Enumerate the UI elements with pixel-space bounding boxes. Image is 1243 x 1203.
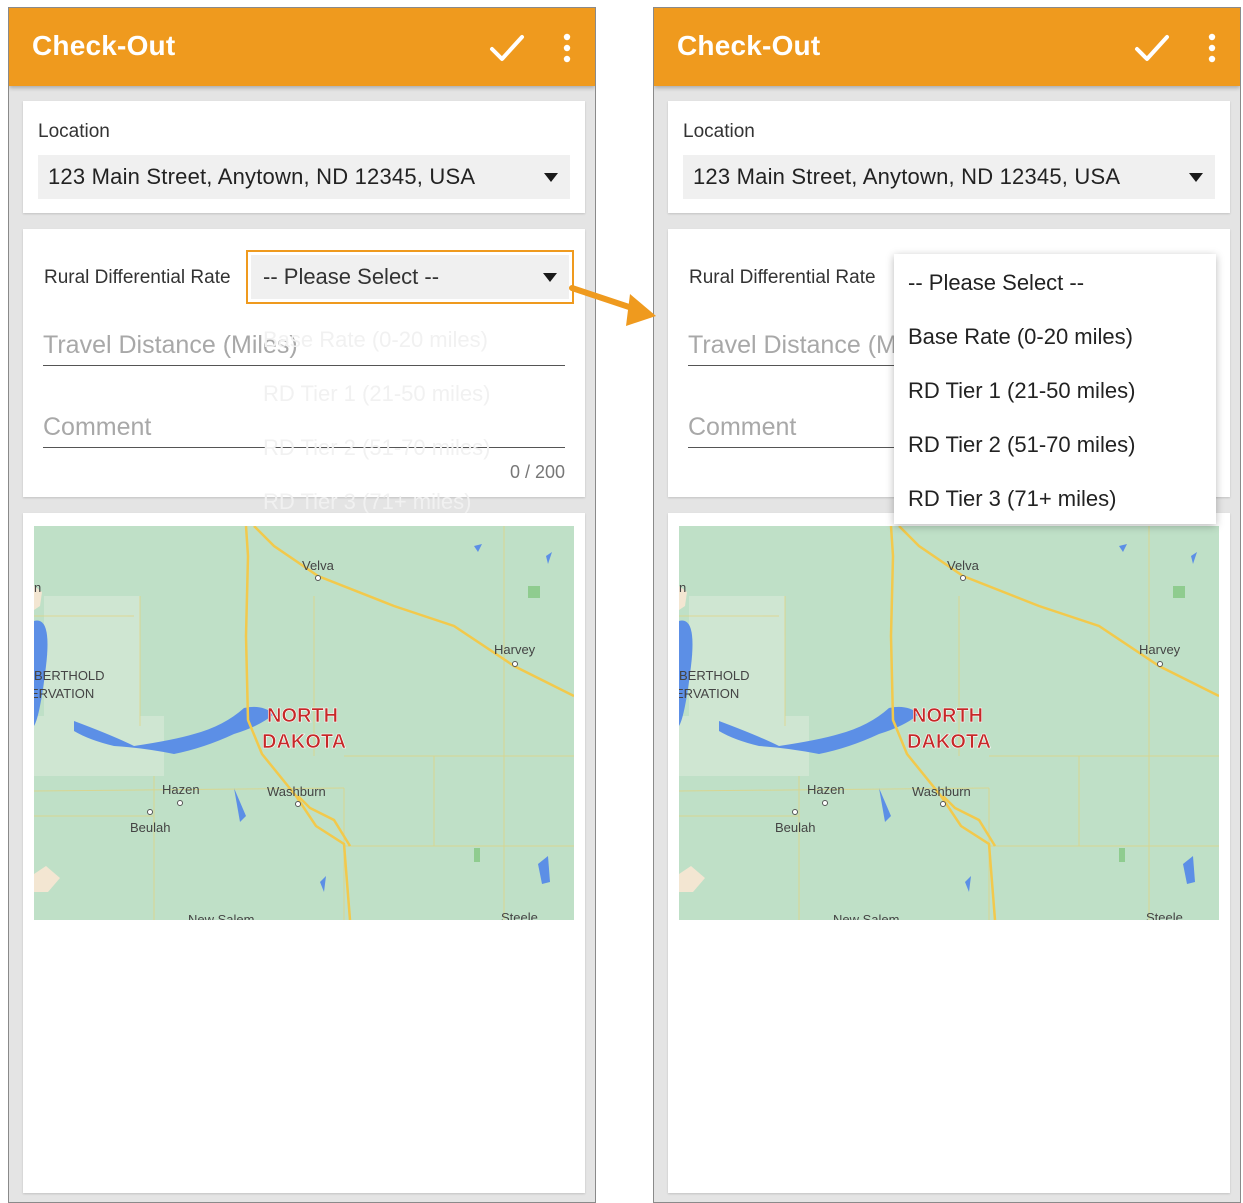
rural-rate-select[interactable]: -- Please Select -- — [246, 250, 574, 304]
form-card: Rural Differential Rate -- Please Select… — [23, 229, 585, 514]
map-label-washburn: Washburn — [267, 784, 326, 799]
rural-rate-dropdown-menu: -- Please Select -- Base Rate (0-20 mile… — [894, 254, 1216, 524]
map-state-label-dakota: DAKOTA — [262, 731, 346, 753]
map-label-ervation: ERVATION — [679, 686, 739, 701]
comment-counter: 0 / 200 — [509, 462, 565, 482]
menu-option-rd-tier-1[interactable]: RD Tier 1 (21-50 miles) — [908, 378, 1135, 404]
comment-placeholder: Comment — [688, 413, 797, 441]
map-label-new-salem: New Salem — [833, 912, 899, 920]
map-label-harvey: Harvey — [494, 642, 536, 657]
map-graphic: Velva Harvey BERTHOLD ERVATION Hazen Was… — [34, 526, 574, 920]
map-label-velva: Velva — [302, 558, 335, 573]
map-label-edge: n — [34, 580, 41, 595]
location-card: Location 123 Main Street, Anytown, ND 12… — [23, 101, 585, 213]
map-state-label-north: NORTH — [267, 705, 338, 727]
menu-option-rd-tier-2[interactable]: RD Tier 2 (51-70 miles) — [908, 432, 1135, 458]
location-card: Location 123 Main Street, Anytown, ND 12… — [668, 101, 1230, 213]
app-bar: Check-Out — [9, 8, 595, 86]
map-label-velva: Velva — [947, 558, 980, 573]
map-view[interactable]: Velva Harvey BERTHOLD ERVATION Hazen Was… — [34, 526, 574, 920]
map-label-hazen: Hazen — [807, 782, 845, 797]
map-label-hazen: Hazen — [162, 782, 200, 797]
map-label-berthold: BERTHOLD — [34, 668, 105, 683]
travel-distance-placeholder: Travel Distance (Miles) — [43, 331, 298, 359]
location-select[interactable]: 123 Main Street, Anytown, ND 12345, USA — [683, 155, 1215, 199]
map-label-edge: n — [679, 580, 686, 595]
map-label-new-salem: New Salem — [188, 912, 254, 920]
location-select[interactable]: 123 Main Street, Anytown, ND 12345, USA — [38, 155, 570, 199]
map-label-berthold: BERTHOLD — [679, 668, 750, 683]
caret-down-icon — [543, 273, 557, 282]
location-value: 123 Main Street, Anytown, ND 12345, USA — [48, 164, 476, 189]
map-state-label-north: NORTH — [912, 705, 983, 727]
check-icon[interactable] — [1134, 32, 1170, 64]
rural-rate-label: Rural Differential Rate — [689, 267, 876, 288]
app-title: Check-Out — [677, 30, 821, 61]
arrow-icon — [569, 285, 656, 326]
location-label: Location — [38, 121, 110, 142]
map-label-beulah: Beulah — [130, 820, 170, 835]
rural-rate-label: Rural Differential Rate — [44, 267, 231, 288]
menu-option-rd-tier-3[interactable]: RD Tier 3 (71+ miles) — [908, 486, 1116, 512]
faded-options-list: Base Rate (0-20 miles) RD Tier 1 (21-50 … — [263, 313, 490, 529]
map-card: Velva Harvey BERTHOLD ERVATION Hazen Was… — [23, 513, 585, 1193]
menu-option-base-rate[interactable]: Base Rate (0-20 miles) — [908, 324, 1133, 350]
comment-placeholder: Comment — [43, 413, 152, 441]
menu-option-please-select[interactable]: -- Please Select -- — [908, 270, 1084, 296]
map-label-harvey: Harvey — [1139, 642, 1181, 657]
map-label-ervation: ERVATION — [34, 686, 94, 701]
check-icon[interactable] — [489, 32, 525, 64]
more-vert-icon[interactable] — [1206, 32, 1218, 66]
map-label-steele: Steele — [501, 910, 538, 920]
map-graphic: Velva Harvey BERTHOLD ERVATION Hazen Was… — [679, 526, 1219, 920]
phone-screen-before: Check-Out Location 123 Main Street, Anyt… — [8, 7, 596, 1203]
location-label: Location — [683, 121, 755, 142]
map-label-steele: Steele — [1146, 910, 1183, 920]
location-value: 123 Main Street, Anytown, ND 12345, USA — [693, 164, 1121, 189]
app-bar: Check-Out — [654, 8, 1240, 86]
map-view[interactable]: Velva Harvey BERTHOLD ERVATION Hazen Was… — [679, 526, 1219, 920]
map-label-washburn: Washburn — [912, 784, 971, 799]
rural-rate-value: -- Please Select -- — [263, 264, 440, 289]
caret-down-icon — [1189, 173, 1203, 182]
more-vert-icon[interactable] — [561, 32, 573, 66]
faded-option: RD Tier 1 (21-50 miles) — [263, 381, 491, 406]
faded-option: RD Tier 2 (51-70 miles) — [263, 435, 491, 460]
map-card: Velva Harvey BERTHOLD ERVATION Hazen Was… — [668, 513, 1230, 1193]
app-title: Check-Out — [32, 30, 176, 61]
map-state-label-dakota: DAKOTA — [907, 731, 991, 753]
phone-screen-after: Check-Out Location 123 Main Street, Anyt… — [653, 7, 1241, 1203]
map-label-beulah: Beulah — [775, 820, 815, 835]
caret-down-icon — [544, 173, 558, 182]
faded-option: Base Rate (0-20 miles) — [263, 327, 488, 352]
